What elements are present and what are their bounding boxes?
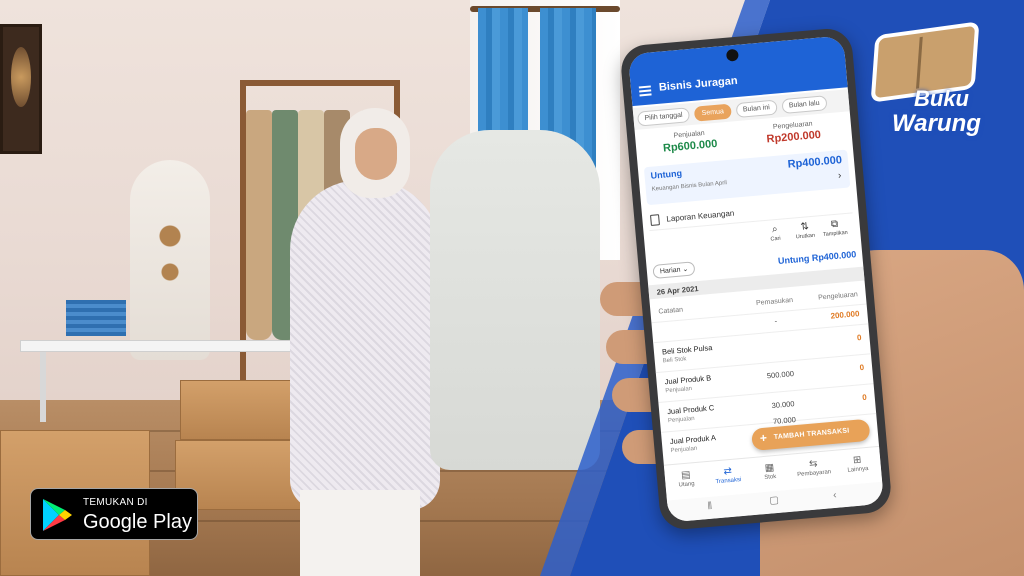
display-button[interactable]: ⧉ Tampilkan xyxy=(819,218,850,239)
add-transaction-label: TAMBAH TRANSAKSI xyxy=(773,427,850,442)
home-icon[interactable]: ▢ xyxy=(769,495,779,507)
google-play-icon xyxy=(43,499,72,531)
plus-icon: + xyxy=(759,430,768,446)
row-category: Beli Stok xyxy=(662,356,687,365)
chevron-right-icon: › xyxy=(837,170,842,182)
expense-summary: Pengeluaran Rp200.000 xyxy=(745,118,842,147)
date-text: 26 Apr 2021 xyxy=(656,284,699,297)
search-label: Cari xyxy=(770,235,781,243)
logo-text-line2: Warung xyxy=(892,110,981,137)
app-screen: Bisnis Juragan Pilih tanggal Semua Bulan… xyxy=(627,35,885,523)
row-expense: 0 xyxy=(859,362,865,373)
table-leg xyxy=(40,352,46,422)
phone: Bisnis Juragan Pilih tanggal Semua Bulan… xyxy=(619,26,893,532)
hanging-garment xyxy=(246,110,272,340)
nav-more[interactable]: ⊞ Lainnya xyxy=(836,453,879,475)
row-income: - xyxy=(774,316,778,326)
income-summary: Penjualan Rp600.000 xyxy=(641,127,738,156)
daily-profit: Untung Rp400.000 xyxy=(777,249,857,266)
row-expense: 0 xyxy=(861,392,868,403)
row-category: Penjualan xyxy=(665,386,693,395)
row-name: Jual Produk A xyxy=(669,433,717,447)
col-income: Pemasukan xyxy=(755,296,794,308)
row-name: Jual Produk C xyxy=(666,403,715,417)
row-income: 500.000 xyxy=(766,369,795,381)
blue-basket xyxy=(66,300,126,336)
cardboard-box xyxy=(180,380,300,440)
search-button[interactable]: ⌕ Cari xyxy=(759,223,790,244)
period-select-value: Harian xyxy=(659,266,681,276)
chevron-down-icon: ⌄ xyxy=(682,265,689,274)
sort-button[interactable]: ⇅ Urutkan xyxy=(789,220,820,241)
row-expense: 0 xyxy=(856,333,862,343)
sort-label: Urutkan xyxy=(795,232,816,241)
woman-pants xyxy=(300,490,420,576)
nav-transaction[interactable]: ⇄ Transaksi xyxy=(706,464,749,486)
work-table xyxy=(20,340,320,352)
profit-note: Keuangan Bisnis Bulan April xyxy=(651,180,728,193)
google-play-badge[interactable]: TEMUKAN DI Google Play xyxy=(30,488,198,540)
nav-payment[interactable]: ⇆ Pembayaran xyxy=(792,457,835,479)
logo-text-line1: Buku xyxy=(914,86,969,111)
summary-card: Penjualan Rp600.000 Pengeluaran Rp200.00… xyxy=(641,116,851,207)
white-tunic-dress xyxy=(430,130,600,470)
woman-seller xyxy=(290,180,440,510)
display-label: Tampilkan xyxy=(822,229,848,238)
chip-all[interactable]: Semua xyxy=(694,103,732,122)
nav-debt[interactable]: ▤ Utang xyxy=(664,468,707,490)
bukuwarung-logo: Buku Warung xyxy=(872,25,1002,152)
chip-pick-date[interactable]: Pilih tanggal xyxy=(636,107,691,127)
badge-small-text: TEMUKAN DI xyxy=(83,497,148,508)
chip-this-month[interactable]: Bulan ini xyxy=(735,99,778,119)
chip-last-month[interactable]: Bulan lalu xyxy=(781,95,828,115)
profit-value: Rp400.000 xyxy=(787,154,843,171)
profit-label: Untung xyxy=(650,168,683,181)
business-title[interactable]: Bisnis Juragan xyxy=(658,75,738,94)
row-income: 30.000 xyxy=(771,399,795,411)
row-category: Penjualan xyxy=(667,415,695,425)
face xyxy=(355,128,397,180)
wall-painting xyxy=(0,24,42,154)
back-icon[interactable]: ‹ xyxy=(833,490,837,501)
report-icon xyxy=(650,214,660,226)
recent-apps-icon[interactable]: ⦀ xyxy=(707,501,712,512)
nav-stock[interactable]: ▦ Stok xyxy=(748,461,791,483)
row-name: Jual Produk B xyxy=(664,373,712,387)
col-expense: Pengeluaran xyxy=(817,291,859,302)
row-category: Penjualan xyxy=(670,445,698,455)
badge-big-text: Google Play xyxy=(83,511,192,533)
row-expense: 200.000 xyxy=(830,309,860,321)
hamburger-menu-icon[interactable] xyxy=(638,85,652,97)
col-note: Catatan xyxy=(658,306,684,316)
period-select[interactable]: Harian ⌄ xyxy=(652,261,696,279)
mannequin-dress xyxy=(130,160,210,360)
report-label: Laporan Keuangan xyxy=(666,208,735,224)
row-name: Beli Stok Pulsa xyxy=(661,343,713,357)
